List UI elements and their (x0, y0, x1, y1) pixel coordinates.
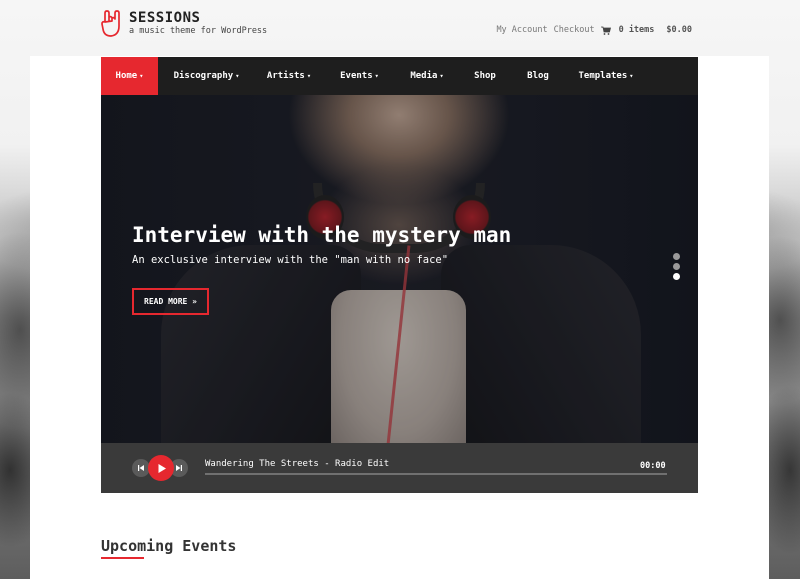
nav-item-blog[interactable]: Blog (512, 57, 564, 95)
slider-dots (673, 253, 680, 280)
chevron-down-icon: ▾ (439, 72, 444, 80)
play-button[interactable] (148, 455, 174, 481)
nav-item-discography[interactable]: Discography ▾ (158, 57, 255, 95)
nav-item-shop[interactable]: Shop (458, 57, 512, 95)
nav-item-templates[interactable]: Templates ▾ (564, 57, 648, 95)
skip-forward-icon (176, 465, 182, 471)
section-heading-upcoming-events: Upcoming Events (101, 537, 237, 555)
cart-icon[interactable] (600, 26, 611, 35)
checkout-link[interactable]: Checkout (554, 25, 595, 35)
play-icon (158, 463, 166, 473)
nav-item-label: Home (115, 71, 138, 81)
audio-player: Wandering The Streets - Radio Edit 00:00 (101, 443, 698, 493)
nav-item-label: Media (410, 71, 438, 81)
section-underline (101, 557, 144, 559)
chevron-down-icon: ▾ (235, 72, 240, 80)
chevron-down-icon: ▾ (306, 72, 312, 80)
read-more-button[interactable]: READ MORE » (132, 288, 209, 315)
cart-count[interactable]: 0 items (619, 25, 655, 35)
main-nav: Home ▾ Discography ▾ Artists ▾ Events ▾ Medi… (101, 57, 698, 95)
nav-item-events[interactable]: Events ▾ (323, 57, 396, 95)
slider-dot-active[interactable] (673, 273, 680, 280)
site-header: SESSIONS a music theme for WordPress My … (0, 0, 800, 56)
site-title[interactable]: SESSIONS (129, 10, 200, 26)
nav-item-artists[interactable]: Artists ▾ (255, 57, 323, 95)
hero-slider: Interview with the mystery man An exclus… (101, 95, 698, 443)
nav-item-label: Blog (527, 71, 549, 81)
chevron-down-icon: ▾ (629, 72, 634, 80)
track-title: Wandering The Streets - Radio Edit (205, 459, 390, 469)
slider-dot[interactable] (673, 263, 680, 270)
chevron-down-icon: ▾ (374, 72, 379, 80)
nav-item-home[interactable]: Home ▾ (101, 57, 158, 95)
rock-hand-icon[interactable] (100, 10, 122, 38)
skip-back-icon (138, 465, 144, 471)
track-progress-bar[interactable] (205, 473, 667, 475)
nav-item-label: Artists (266, 71, 305, 81)
nav-item-label: Templates (578, 71, 628, 81)
hero-title: Interview with the mystery man (132, 223, 512, 247)
nav-item-label: Shop (474, 71, 496, 81)
track-time: 00:00 (640, 461, 666, 471)
nav-item-media[interactable]: Media ▾ (396, 57, 458, 95)
chevron-down-icon: ▾ (139, 72, 144, 80)
site-tagline: a music theme for WordPress (129, 26, 268, 36)
header-links: My Account Checkout 0 items $0.00 (496, 25, 692, 35)
nav-item-label: Events (340, 71, 373, 81)
my-account-link[interactable]: My Account (496, 25, 547, 35)
cart-total[interactable]: $0.00 (666, 25, 692, 35)
hero-subtitle: An exclusive interview with the "man wit… (132, 254, 449, 266)
slider-dot[interactable] (673, 253, 680, 260)
nav-item-label: Discography (173, 71, 234, 81)
